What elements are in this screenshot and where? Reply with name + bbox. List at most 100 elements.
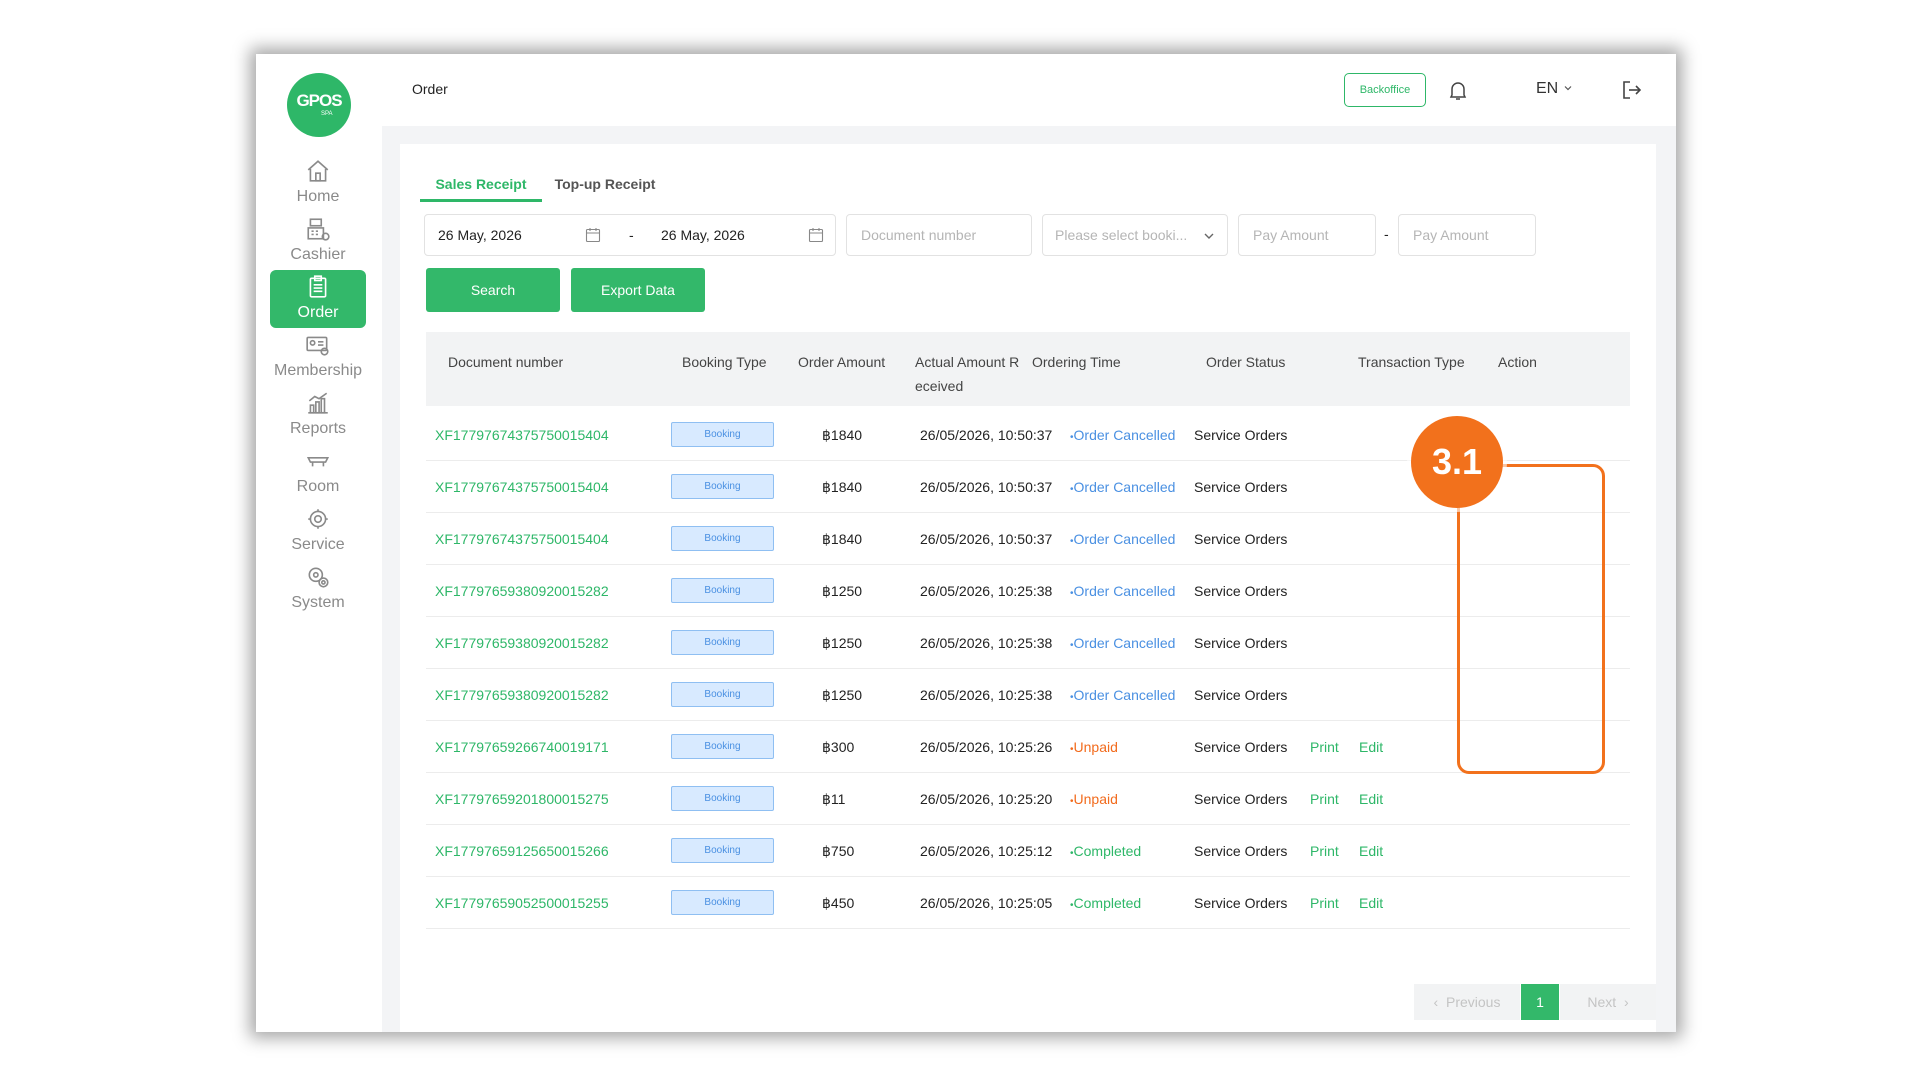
sidebar-item-membership[interactable]: Membership: [270, 328, 366, 386]
table-row: XF17797659380920015282฿1450฿125026/05/20…: [426, 566, 1630, 617]
order-status: •Order Cancelled: [1070, 583, 1175, 599]
date-to[interactable]: 26 May, 2026: [661, 227, 745, 243]
booking-type-badge: Booking: [671, 786, 774, 811]
cell-ordering-time: 26/05/2026, 10:25:26: [920, 739, 1053, 755]
sidebar-item-label: Room: [296, 478, 340, 495]
cell-document-number[interactable]: XF17797659266740019171: [435, 739, 609, 755]
booking-type-badge: Booking: [671, 422, 774, 447]
tab-topup-receipt[interactable]: Top-up Receipt: [550, 166, 660, 202]
sidebar-item-order[interactable]: Order: [270, 270, 366, 328]
tab-sales-receipt[interactable]: Sales Receipt: [420, 166, 542, 202]
cell-document-number[interactable]: XF17797674375750015404: [435, 427, 609, 443]
cell-ordering-time: 26/05/2026, 10:50:37: [920, 479, 1053, 495]
cell-transaction-type: Service Orders: [1194, 843, 1288, 859]
page-title: Order: [412, 81, 448, 97]
cell-actual-amount: ฿1840: [822, 531, 863, 547]
sidebar-item-service[interactable]: Service: [270, 502, 366, 560]
cell-ordering-time: 26/05/2026, 10:25:38: [920, 583, 1053, 599]
sidebar-item-label: Service: [291, 536, 345, 553]
pagination-prev-button[interactable]: ‹ Previous: [1414, 984, 1520, 1020]
search-button[interactable]: Search: [426, 268, 560, 312]
highlight-box: [1457, 464, 1605, 774]
pay-amount-min-input[interactable]: Pay Amount: [1238, 214, 1376, 256]
cell-transaction-type: Service Orders: [1194, 583, 1288, 599]
booking-type-badge: Booking: [671, 630, 774, 655]
sidebar-item-label: System: [291, 594, 345, 611]
booking-type-placeholder: Please select booki...: [1055, 227, 1188, 243]
order-status-label: Order Cancelled: [1073, 583, 1176, 599]
cell-transaction-type: Service Orders: [1194, 427, 1288, 443]
pagination-page-1[interactable]: 1: [1521, 984, 1559, 1020]
table-row: XF17797659201800015275฿11฿1126/05/2026, …: [426, 774, 1630, 825]
order-status: •Order Cancelled: [1070, 427, 1175, 443]
cell-actual-amount: ฿11: [822, 791, 846, 807]
cell-actual-amount: ฿1840: [822, 427, 863, 443]
table-row: XF17797659380920015282฿1450฿125026/05/20…: [426, 618, 1630, 669]
sidebar-item-home[interactable]: Home: [270, 154, 366, 212]
edit-link[interactable]: Edit: [1359, 739, 1383, 755]
backoffice-button[interactable]: Backoffice: [1344, 73, 1426, 107]
cashier-icon: [307, 218, 330, 241]
language-selector[interactable]: EN: [1536, 80, 1573, 98]
sidebar-item-label: Reports: [289, 420, 347, 437]
cell-document-number[interactable]: XF17797659380920015282: [435, 635, 609, 651]
print-link[interactable]: Print: [1310, 895, 1339, 911]
cell-document-number[interactable]: XF17797659380920015282: [435, 687, 609, 703]
print-link[interactable]: Print: [1310, 843, 1339, 859]
pagination-next-button[interactable]: Next ›: [1560, 984, 1656, 1020]
print-link[interactable]: Print: [1310, 739, 1339, 755]
calendar-icon: [808, 228, 824, 243]
sidebar-item-cashier[interactable]: Cashier: [270, 212, 366, 270]
pay-amount-max-input[interactable]: Pay Amount: [1398, 214, 1536, 256]
cell-document-number[interactable]: XF17797659380920015282: [435, 583, 609, 599]
col-order-status: Order Status: [1206, 354, 1286, 370]
table-row: XF17797659052500015255฿500฿45026/05/2026…: [426, 878, 1630, 929]
cell-document-number[interactable]: XF17797659201800015275: [435, 791, 609, 807]
cell-document-number[interactable]: XF17797674375750015404: [435, 531, 609, 547]
cell-ordering-time: 26/05/2026, 10:25:20: [920, 791, 1053, 807]
sidebar-item-label: Membership: [273, 362, 363, 379]
col-document-number: Document number: [448, 354, 564, 370]
booking-type-select[interactable]: Please select booki...: [1042, 214, 1228, 256]
booking-type-badge: Booking: [671, 734, 774, 759]
document-number-input[interactable]: Document number: [846, 214, 1032, 256]
export-data-button[interactable]: Export Data: [571, 268, 705, 312]
cell-transaction-type: Service Orders: [1194, 739, 1288, 755]
table-row: XF17797659266740019171฿300฿30026/05/2026…: [426, 722, 1630, 773]
print-link[interactable]: Print: [1310, 791, 1339, 807]
booking-type-badge: Booking: [671, 578, 774, 603]
sidebar-item-room[interactable]: Room: [270, 444, 366, 502]
order-status-label: Unpaid: [1073, 791, 1118, 807]
date-from[interactable]: 26 May, 2026: [438, 227, 522, 243]
cell-transaction-type: Service Orders: [1194, 791, 1288, 807]
edit-link[interactable]: Edit: [1359, 895, 1383, 911]
order-status: •Completed: [1070, 843, 1141, 859]
room-icon: [306, 456, 330, 467]
cell-actual-amount: ฿1250: [822, 687, 863, 703]
order-status-label: Order Cancelled: [1073, 635, 1176, 651]
order-status-label: Order Cancelled: [1073, 687, 1176, 703]
date-range-picker[interactable]: 26 May, 2026 - 26 May, 2026: [424, 214, 836, 256]
bell-icon[interactable]: [1446, 78, 1470, 102]
sidebar-item-system[interactable]: System: [270, 560, 366, 618]
sidebar-item-label: Home: [296, 188, 340, 205]
order-status-label: Order Cancelled: [1073, 427, 1176, 443]
cell-document-number[interactable]: XF17797659052500015255: [435, 895, 609, 911]
app-window: GPOS SPA Home Cashier Order Membership R…: [256, 54, 1676, 1032]
order-icon: [309, 275, 327, 298]
sidebar-item-reports[interactable]: Reports: [270, 386, 366, 444]
cell-transaction-type: Service Orders: [1194, 479, 1288, 495]
chevron-down-icon: [1564, 86, 1572, 91]
cell-document-number[interactable]: XF17797659125650015266: [435, 843, 609, 859]
edit-link[interactable]: Edit: [1359, 791, 1383, 807]
cell-document-number[interactable]: XF17797674375750015404: [435, 479, 609, 495]
edit-link[interactable]: Edit: [1359, 843, 1383, 859]
order-status-label: Completed: [1073, 843, 1142, 859]
cell-transaction-type: Service Orders: [1194, 687, 1288, 703]
logout-icon[interactable]: [1620, 78, 1644, 102]
order-status: •Order Cancelled: [1070, 479, 1175, 495]
cell-transaction-type: Service Orders: [1194, 895, 1288, 911]
membership-icon: [306, 336, 329, 356]
chevron-left-icon: ‹: [1433, 994, 1439, 1010]
booking-type-badge: Booking: [671, 890, 774, 915]
